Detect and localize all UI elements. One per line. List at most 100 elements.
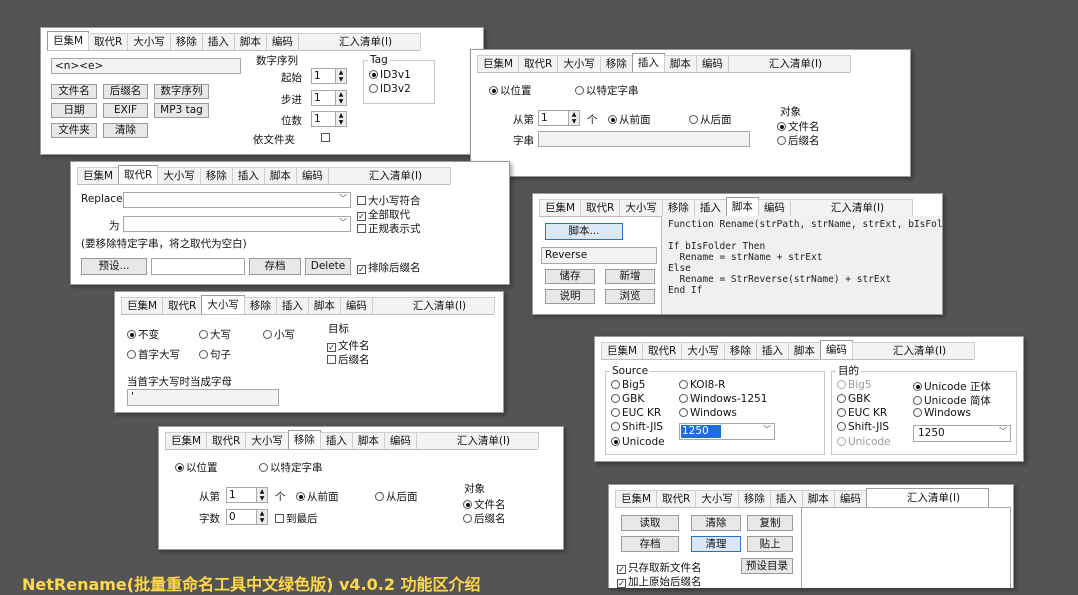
tab-import-list[interactable]: 汇入清单(I) — [865, 488, 990, 507]
with-dropdown[interactable]: ﹀ — [123, 216, 351, 232]
filename-button[interactable]: 文件名 — [51, 84, 97, 99]
tab-replace[interactable]: 取代R — [642, 342, 683, 359]
help-button[interactable]: 说明 — [545, 289, 595, 304]
tab-insert[interactable]: 插入 — [201, 33, 235, 50]
dst-gbk-radio[interactable]: GBK — [837, 393, 870, 405]
pattern-input[interactable]: <n><e> — [51, 58, 241, 74]
only-new-checkbox[interactable]: ✓ 只存取新文件名 — [617, 560, 702, 575]
save-button[interactable]: 存档 — [621, 536, 679, 552]
tab-macro[interactable]: 巨集M — [121, 297, 164, 314]
tab-import-list[interactable]: 汇入清单(I) — [727, 55, 852, 72]
by-string-radio[interactable]: 以特定字串 — [575, 83, 639, 98]
tab-macro[interactable]: 巨集M — [77, 167, 120, 184]
tab-encoding[interactable]: 编码 — [695, 55, 729, 72]
tab-script[interactable]: 脚本 — [725, 197, 759, 216]
count-stepper[interactable]: 0 ▲ ▼ — [226, 509, 268, 525]
tab-case[interactable]: 大小写 — [127, 33, 171, 50]
exclude-extension-checkbox[interactable]: ✓ 排除后缀名 — [357, 260, 421, 275]
step-stepper[interactable]: 1 ▲ ▼ — [311, 90, 347, 106]
tab-encoding[interactable]: 编码 — [339, 297, 373, 314]
tab-remove[interactable]: 移除 — [737, 490, 771, 507]
id3v1-radio[interactable]: ID3v1 — [369, 69, 411, 81]
tab-insert[interactable]: 插入 — [319, 432, 353, 449]
start-stepper[interactable]: 1 ▲ ▼ — [311, 68, 347, 84]
dst-big5-radio[interactable]: Big5 — [837, 379, 871, 391]
upper-radio[interactable]: 大写 — [199, 327, 231, 342]
replace-all-checkbox[interactable]: ✓ 全部取代 — [357, 207, 410, 222]
mp3-tag-button[interactable]: MP3 tag — [154, 103, 209, 118]
to-end-checkbox[interactable]: 到最后 — [275, 511, 318, 526]
tab-script[interactable]: 脚本 — [233, 33, 267, 50]
tab-replace[interactable]: 取代R — [580, 199, 621, 216]
dst-sjis-radio[interactable]: Shift-JIS — [837, 421, 889, 433]
tab-encoding[interactable]: 编码 — [757, 199, 791, 216]
src-codepage-dropdown[interactable]: 1250 ﹀ — [679, 423, 775, 440]
exif-button[interactable]: EXIF — [103, 103, 148, 118]
script-name-input[interactable]: Reverse — [541, 247, 657, 264]
spin-arrows-icon[interactable]: ▲ ▼ — [256, 509, 268, 525]
tab-encoding[interactable]: 编码 — [833, 490, 867, 507]
tab-import-list[interactable]: 汇入清单(I) — [327, 167, 452, 184]
save-button[interactable]: 存档 — [249, 258, 301, 275]
target-extension-checkbox[interactable]: 后缀名 — [327, 352, 370, 367]
tab-insert[interactable]: 插入 — [755, 342, 789, 359]
tab-encoding[interactable]: 编码 — [265, 33, 299, 50]
tab-remove[interactable]: 移除 — [661, 199, 695, 216]
spin-arrows-icon[interactable]: ▲ ▼ — [335, 68, 347, 84]
tab-case[interactable]: 大小写 — [619, 199, 663, 216]
tab-encoding[interactable]: 编码 — [295, 167, 329, 184]
src-gbk-radio[interactable]: GBK — [611, 393, 644, 405]
tab-case[interactable]: 大小写 — [681, 342, 725, 359]
src-windows-radio[interactable]: Windows — [679, 407, 737, 419]
digits-stepper[interactable]: 1 ▲ ▼ — [311, 111, 347, 127]
tab-case[interactable]: 大小写 — [695, 490, 739, 507]
tab-replace[interactable]: 取代R — [118, 165, 159, 184]
tab-remove[interactable]: 移除 — [243, 297, 277, 314]
tab-script[interactable]: 脚本 — [307, 297, 341, 314]
tab-script[interactable]: 脚本 — [801, 490, 835, 507]
script-editor[interactable]: Function Rename(strPath, strName, strExt… — [661, 216, 942, 314]
string-input[interactable] — [538, 131, 750, 147]
src-koi8-radio[interactable]: KOI8-R — [679, 379, 725, 391]
src-unicode-radio[interactable]: Unicode — [611, 436, 665, 448]
browse-button[interactable]: 浏览 — [605, 289, 655, 304]
spin-arrows-icon[interactable]: ▲ ▼ — [335, 90, 347, 106]
spin-arrows-icon[interactable]: ▲ ▼ — [256, 487, 268, 503]
tab-remove[interactable]: 移除 — [199, 167, 233, 184]
script-button[interactable]: 脚本... — [545, 223, 623, 240]
dst-codepage-dropdown[interactable]: 1250 ﹀ — [913, 425, 1011, 442]
date-button[interactable]: 日期 — [51, 103, 97, 118]
folder-button[interactable]: 文件夹 — [51, 123, 97, 138]
tab-import-list[interactable]: 汇入清单(I) — [789, 199, 914, 216]
regex-checkbox[interactable]: 正规表示式 — [357, 221, 421, 236]
keep-radio[interactable]: 不变 — [127, 327, 159, 342]
tab-encoding[interactable]: 编码 — [819, 340, 853, 359]
extension-button[interactable]: 后缀名 — [103, 84, 148, 99]
tab-replace[interactable]: 取代R — [88, 33, 129, 50]
by-folder-checkbox[interactable] — [321, 133, 330, 142]
spin-arrows-icon[interactable]: ▲ ▼ — [568, 110, 580, 126]
tab-script[interactable]: 脚本 — [787, 342, 821, 359]
tab-insert[interactable]: 插入 — [693, 199, 727, 216]
target-extension-radio[interactable]: 后缀名 — [777, 133, 820, 148]
paste-button[interactable]: 贴上 — [747, 536, 793, 552]
tab-import-list[interactable]: 汇入清单(I) — [371, 297, 496, 314]
tab-replace[interactable]: 取代R — [206, 432, 247, 449]
tab-insert[interactable]: 插入 — [231, 167, 265, 184]
add-original-extension-checkbox[interactable]: ✓ 加上原始后缀名 — [617, 574, 702, 588]
from-back-radio[interactable]: 从后面 — [375, 489, 418, 504]
tab-remove[interactable]: 移除 — [599, 55, 633, 72]
tab-macro[interactable]: 巨集M — [47, 31, 90, 50]
dst-unicode-trad-radio[interactable]: Unicode 正体 — [913, 379, 991, 394]
from-front-radio[interactable]: 从前面 — [296, 489, 339, 504]
copy-button[interactable]: 复制 — [747, 515, 793, 531]
tab-replace[interactable]: 取代R — [518, 55, 559, 72]
tab-import-list[interactable]: 汇入清单(I) — [851, 342, 976, 359]
target-filename-radio[interactable]: 文件名 — [463, 497, 506, 512]
tab-encoding[interactable]: 编码 — [383, 432, 417, 449]
clear-button[interactable]: 清除 — [691, 515, 741, 531]
preset-button[interactable]: 预设... — [81, 258, 147, 275]
preset-name-input[interactable] — [151, 258, 245, 275]
read-button[interactable]: 读取 — [621, 515, 679, 531]
tab-remove[interactable]: 移除 — [169, 33, 203, 50]
